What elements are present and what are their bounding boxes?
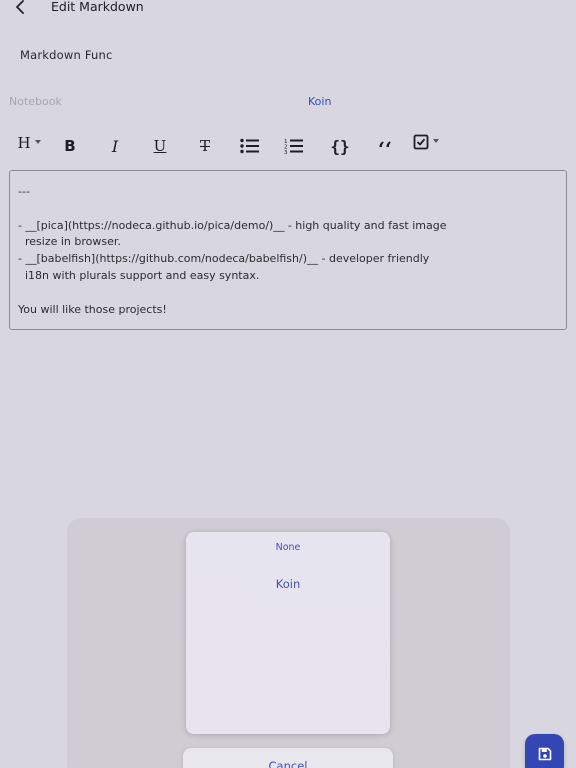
heading-button[interactable]: H bbox=[12, 125, 46, 161]
app-bar: Edit Markdown bbox=[0, 0, 576, 16]
editor-line: resize in browser. bbox=[18, 235, 121, 249]
floppy-disk-icon bbox=[538, 747, 551, 761]
strikethrough-icon: T bbox=[199, 137, 210, 155]
page-title: Edit Markdown bbox=[51, 0, 144, 14]
editor-line: - __[babelfish](https://github.com/nodec… bbox=[18, 252, 430, 266]
underline-icon: U bbox=[153, 137, 167, 155]
checkbox-icon bbox=[413, 134, 429, 150]
chevron-left-icon bbox=[16, 0, 24, 14]
editor-line: --- bbox=[18, 185, 30, 198]
picker-option-koin[interactable]: Koin bbox=[186, 576, 390, 592]
underline-button[interactable]: U bbox=[150, 128, 170, 164]
note-title-field[interactable]: Markdown Func bbox=[20, 47, 113, 63]
notebook-label: Notebook bbox=[9, 95, 62, 108]
caret-down-icon bbox=[34, 140, 41, 144]
braces-icon: {} bbox=[330, 136, 350, 156]
checkbox-button[interactable] bbox=[408, 124, 444, 160]
editor-content: --- - __[pica](https://nodeca.github.io/… bbox=[18, 184, 447, 318]
editor-line: - __[pica](https://nodeca.github.io/pica… bbox=[18, 218, 447, 232]
svg-text:3: 3 bbox=[284, 150, 288, 155]
bold-button[interactable]: B bbox=[60, 128, 80, 164]
quote-icon: ‘‘ bbox=[378, 137, 392, 161]
numbered-list-icon: 1 2 3 bbox=[284, 139, 303, 155]
bulleted-list-button[interactable] bbox=[239, 128, 261, 164]
notebook-selector[interactable]: Koin bbox=[308, 95, 331, 109]
strikethrough-button[interactable]: T bbox=[195, 128, 215, 164]
italic-button[interactable]: I bbox=[105, 128, 125, 164]
quote-button[interactable]: ‘‘ bbox=[374, 128, 396, 164]
numbered-list-button[interactable]: 1 2 3 bbox=[283, 128, 305, 164]
notebook-picker: None Koin bbox=[186, 532, 390, 734]
bold-icon: B bbox=[64, 137, 76, 155]
cancel-button[interactable]: Cancel bbox=[183, 748, 393, 768]
italic-icon: I bbox=[111, 136, 119, 156]
save-button[interactable] bbox=[525, 734, 564, 768]
editor-line: i18n with plurals support and easy synta… bbox=[18, 268, 260, 282]
markdown-editor[interactable]: --- - __[pica](https://nodeca.github.io/… bbox=[9, 170, 567, 330]
format-toolbar: H B I U T 1 2 3 {} ‘‘ bbox=[0, 128, 576, 164]
back-button[interactable] bbox=[12, 0, 30, 16]
edit-markdown-screen: Edit Markdown Markdown Func Notebook Koi… bbox=[0, 0, 576, 768]
heading-icon: H bbox=[17, 134, 31, 152]
editor-line: You will like those projects! bbox=[18, 302, 167, 316]
code-block-button[interactable]: {} bbox=[329, 128, 351, 164]
picker-option-none[interactable]: None bbox=[186, 541, 390, 555]
bulleted-list-icon bbox=[240, 138, 259, 154]
caret-down-icon bbox=[433, 139, 439, 143]
